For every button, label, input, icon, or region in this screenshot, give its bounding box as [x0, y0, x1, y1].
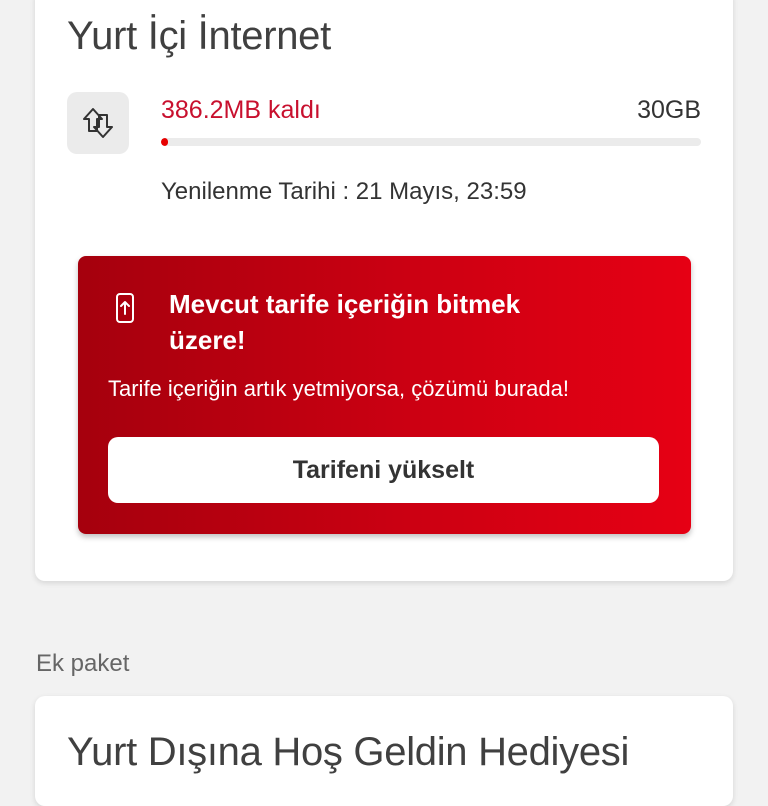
usage-progress-fill: [161, 138, 168, 146]
welcome-gift-card[interactable]: Yurt Dışına Hoş Geldin Hediyesi: [35, 696, 733, 806]
phone-upgrade-icon: [114, 292, 136, 324]
alert-title: Mevcut tarife içeriğin bitmek üzere!: [169, 289, 521, 355]
card-title: Yurt Dışına Hoş Geldin Hediyesi: [67, 730, 630, 774]
usage-progress-bar: [161, 138, 701, 146]
renewal-date: Yenilenme Tarihi : 21 Mayıs, 23:59: [161, 178, 527, 205]
extra-packages-label: Ek paket: [36, 650, 130, 677]
data-transfer-icon: [67, 92, 129, 154]
card-title: Yurt İçi İnternet: [67, 14, 331, 58]
domestic-internet-card: Yurt İçi İnternet 386.2MB kaldı 30GB Yen…: [35, 0, 733, 581]
tariff-ending-alert: Mevcut tarife içeriğin bitmek üzere! Tar…: [78, 256, 691, 534]
upgrade-tariff-button[interactable]: Tarifeni yükselt: [108, 437, 659, 503]
total-data: 30GB: [637, 96, 701, 124]
alert-description: Tarife içeriğin artık yetmiyorsa, çözümü…: [108, 376, 569, 401]
remaining-data: 386.2MB kaldı: [161, 96, 321, 124]
